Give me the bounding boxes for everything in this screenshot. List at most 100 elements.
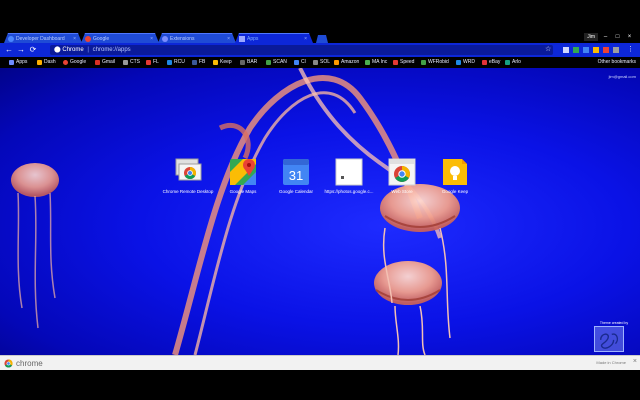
- site-label: Chrome: [62, 47, 84, 53]
- apps-page: jim@gmail.com Chrome Remote Desktop Goog…: [0, 68, 640, 355]
- bookmark-ebay[interactable]: eBay: [481, 58, 500, 67]
- toolbar: ← → ⟳ ⬤ Chrome | chrome://apps ☆ ⋮: [0, 43, 640, 57]
- bookmark-gmail[interactable]: Gmail: [94, 58, 115, 67]
- bookmarks-bar: Apps Dash Google Gmail CTS FL RCU FB Kee…: [0, 57, 640, 68]
- app-google-maps[interactable]: Google Maps: [215, 154, 271, 204]
- bookmark-cts[interactable]: CTS: [122, 58, 140, 67]
- bookmark-label: FB: [199, 59, 206, 65]
- bookmark-speed[interactable]: Speed: [392, 58, 414, 67]
- bookmark-dash[interactable]: Dash: [36, 58, 56, 67]
- bookmark-arlo[interactable]: Arlo: [504, 58, 521, 67]
- back-button[interactable]: ←: [4, 45, 14, 55]
- chrome-logo-icon: [4, 359, 13, 368]
- bookmark-sol[interactable]: SOL: [312, 58, 330, 67]
- maximize-button[interactable]: □: [613, 33, 622, 41]
- bookmark-apps[interactable]: Apps: [8, 58, 27, 67]
- bookmark-wrd[interactable]: WRD: [455, 58, 475, 67]
- bookmark-amazon[interactable]: Amazon: [333, 58, 359, 67]
- extension-icon[interactable]: [583, 47, 589, 53]
- bookmark-label: Keep: [220, 59, 232, 65]
- bookmark-bar[interactable]: BAR: [239, 58, 257, 67]
- other-bookmarks[interactable]: Other bookmarks: [598, 58, 636, 67]
- bookmark-favicon-icon: [365, 60, 370, 65]
- bookmark-favicon-icon: [37, 60, 42, 65]
- app-label: Web Store: [391, 189, 413, 194]
- bookmark-label: Apps: [16, 59, 28, 65]
- theme-credit-text: Theme created by: [599, 321, 629, 325]
- bookmark-favicon-icon: [421, 60, 426, 65]
- extension-icon[interactable]: [603, 47, 609, 53]
- bookmark-favicon-icon: [505, 60, 510, 65]
- bookmark-label: RCU: [174, 59, 185, 65]
- address-bar[interactable]: ⬤ Chrome | chrome://apps: [50, 45, 553, 55]
- bookmark-favicon-icon: [167, 60, 172, 65]
- ebay-icon: [482, 60, 487, 65]
- close-window-button[interactable]: ×: [625, 33, 634, 41]
- close-bar-icon[interactable]: ×: [633, 358, 637, 365]
- minimize-button[interactable]: –: [601, 33, 610, 41]
- extension-icon[interactable]: [573, 47, 579, 53]
- google-favicon-icon: [85, 36, 91, 42]
- menu-icon[interactable]: ⋮: [627, 46, 635, 53]
- bookmark-label: Gmail: [102, 59, 116, 65]
- url-text[interactable]: chrome://apps: [93, 47, 131, 53]
- tab-label: Apps: [247, 36, 259, 42]
- bookmark-fl[interactable]: FL: [145, 58, 159, 67]
- status-bar: chrome Made in Chrome ×: [0, 355, 640, 370]
- bookmark-label: SOL: [320, 59, 331, 65]
- bookmark-label: WRD: [463, 59, 475, 65]
- bookmark-label: Google: [70, 59, 87, 65]
- tab-label: Google: [93, 36, 110, 42]
- omnibox-separator: |: [87, 47, 89, 53]
- app-google-keep[interactable]: Google Keep: [427, 154, 483, 204]
- web-store-icon: [388, 158, 416, 186]
- bookmark-favicon-icon: [123, 60, 128, 65]
- bookmark-wfrobid[interactable]: WFRobid: [420, 58, 449, 67]
- bookmark-favicon-icon: [294, 60, 299, 65]
- tab-developer-dashboard[interactable]: Developer Dashboard ×: [4, 33, 82, 43]
- close-tab-icon[interactable]: ×: [73, 34, 76, 43]
- tab-extensions[interactable]: Extensions ×: [158, 33, 236, 43]
- profile-button[interactable]: Jim: [584, 33, 598, 41]
- bookmark-ma-inc[interactable]: MA Inc: [364, 58, 387, 67]
- app-label: https://photos.google.c...: [324, 189, 374, 194]
- tab-apps[interactable]: Apps ×: [235, 33, 313, 43]
- extension-icon[interactable]: [593, 47, 599, 53]
- bookmark-google[interactable]: Google: [62, 58, 86, 67]
- bookmark-rcu[interactable]: RCU: [166, 58, 185, 67]
- app-photos-shortcut[interactable]: https://photos.google.c...: [321, 154, 377, 204]
- calendar-icon: 31: [283, 159, 309, 185]
- close-tab-icon[interactable]: ×: [304, 34, 307, 43]
- app-chrome-remote-desktop[interactable]: Chrome Remote Desktop: [160, 154, 216, 204]
- tab-strip: Developer Dashboard × Google × Extension…: [0, 0, 640, 42]
- made-in-chrome-label: Made in Chrome: [596, 360, 626, 365]
- bookmark-star-icon[interactable]: ☆: [545, 45, 551, 55]
- app-label: Google Calendar: [278, 189, 314, 194]
- app-label: Chrome Remote Desktop: [162, 189, 214, 194]
- close-tab-icon[interactable]: ×: [150, 34, 153, 43]
- keep-icon: [213, 60, 218, 65]
- remote-desktop-icon: [175, 158, 202, 181]
- tab-label: Extensions: [170, 36, 195, 42]
- close-tab-icon[interactable]: ×: [227, 34, 230, 43]
- theme-logo-icon: [594, 326, 624, 352]
- bookmark-label: MA Inc: [372, 59, 388, 65]
- theme-credit[interactable]: Theme created by: [594, 321, 634, 355]
- bookmark-fb[interactable]: FB: [191, 58, 205, 67]
- new-tab-button[interactable]: [316, 35, 328, 43]
- bookmark-keep[interactable]: Keep: [212, 58, 232, 67]
- bookmark-favicon-icon: [266, 60, 271, 65]
- keep-icon: [443, 159, 467, 185]
- tab-google[interactable]: Google ×: [81, 33, 159, 43]
- apps-grid: Chrome Remote Desktop Google Maps 31 Goo…: [160, 154, 500, 204]
- cast-icon[interactable]: [563, 47, 569, 53]
- app-google-calendar[interactable]: 31 Google Calendar: [268, 154, 324, 204]
- jellyfish-wallpaper: [11, 68, 460, 355]
- extensions-favicon-icon: [162, 36, 168, 42]
- extension-icon[interactable]: [613, 47, 619, 53]
- reload-button[interactable]: ⟳: [28, 45, 38, 55]
- app-web-store[interactable]: Web Store: [374, 154, 430, 204]
- forward-button[interactable]: →: [16, 45, 26, 55]
- bookmark-cl[interactable]: Cl: [293, 58, 306, 67]
- bookmark-scan[interactable]: SCAN: [265, 58, 287, 67]
